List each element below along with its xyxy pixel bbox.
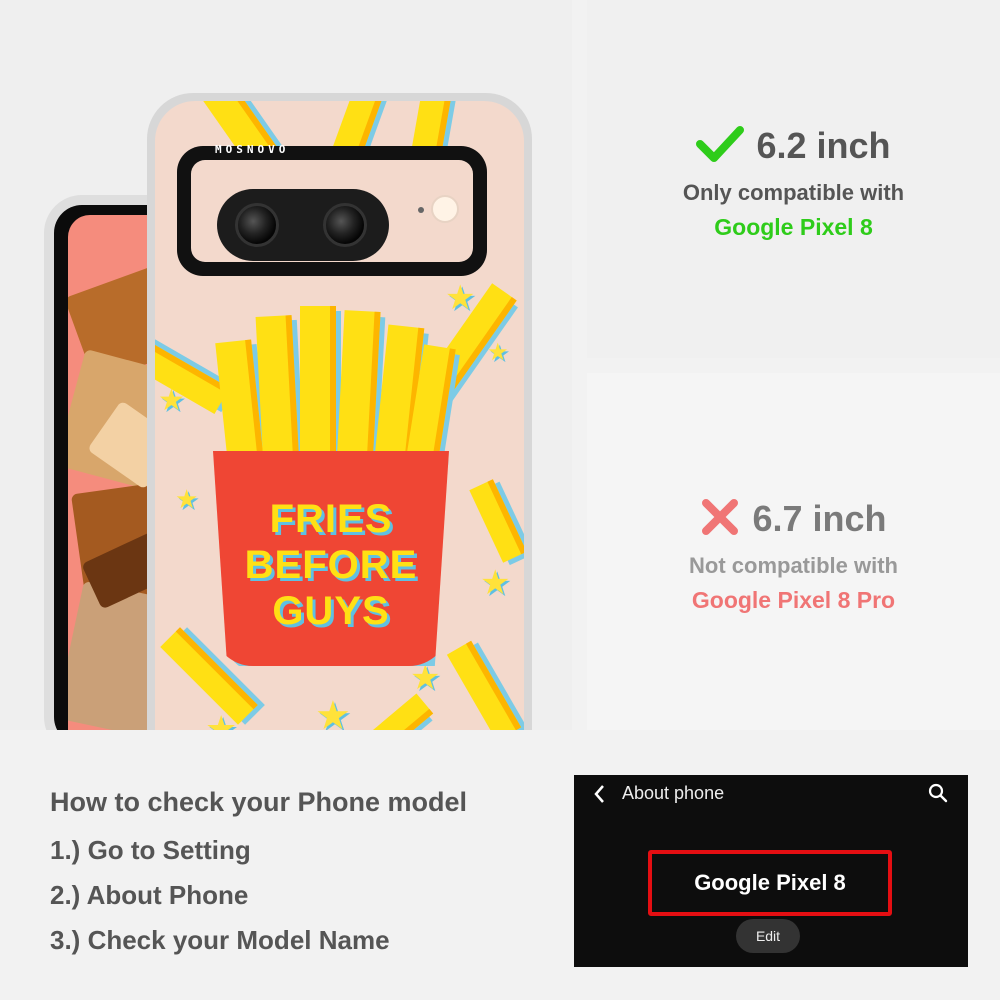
star-icon: ★ bbox=[315, 694, 351, 730]
incompatible-panel: 6.7 inch Not compatible with Google Pixe… bbox=[587, 373, 1000, 730]
compatible-panel: 6.2 inch Only compatible with Google Pix… bbox=[587, 0, 1000, 358]
check-icon bbox=[696, 124, 745, 173]
model-highlight-box: Google Pixel 8 bbox=[648, 850, 892, 916]
camera-flash bbox=[431, 195, 459, 223]
star-icon: ★ bbox=[487, 339, 509, 366]
star-icon: ★ bbox=[480, 564, 511, 602]
chevron-left-icon[interactable] bbox=[592, 783, 606, 811]
incompatible-model: Google Pixel 8 Pro bbox=[691, 587, 896, 613]
compatible-size: 6.2 inch bbox=[587, 124, 1000, 173]
fry-graphic bbox=[469, 479, 524, 563]
star-icon: ★ bbox=[175, 484, 199, 514]
product-image-panel: ★ ★ ★ ★ ★ ★ ★ ★ FRIES BEFORE GUYS MOSNOV… bbox=[0, 0, 572, 730]
incompatible-size: 6.7 inch bbox=[587, 497, 1000, 546]
brand-logo-text: MOSNOVO bbox=[215, 143, 290, 156]
star-icon: ★ bbox=[445, 279, 476, 317]
case-print-text: FRIES BEFORE GUYS bbox=[244, 497, 418, 633]
compatible-note: Only compatible with bbox=[682, 180, 905, 205]
screen-title: About phone bbox=[622, 783, 725, 803]
howto-step: 1.) Go to Setting bbox=[50, 835, 251, 865]
fry-graphic bbox=[362, 693, 434, 730]
edit-button[interactable]: Edit bbox=[736, 919, 800, 953]
incompatible-note: Not compatible with bbox=[689, 553, 898, 578]
compatible-model: Google Pixel 8 bbox=[714, 214, 873, 240]
sensor-dot bbox=[418, 207, 424, 213]
cross-icon bbox=[700, 497, 740, 546]
howto-title: How to check your Phone model bbox=[50, 787, 468, 817]
phone-case-back: ★ ★ ★ ★ ★ ★ ★ ★ FRIES BEFORE GUYS MOSNOV… bbox=[147, 93, 532, 730]
howto-step: 3.) Check your Model Name bbox=[50, 925, 390, 955]
howto-panel: How to check your Phone model 1.) Go to … bbox=[0, 745, 1000, 1000]
camera-lens bbox=[235, 203, 279, 247]
fry-graphic bbox=[446, 640, 522, 730]
howto-step: 2.) About Phone bbox=[50, 880, 249, 910]
camera-module bbox=[217, 189, 389, 261]
search-icon[interactable] bbox=[926, 781, 950, 805]
star-icon: ★ bbox=[410, 659, 441, 697]
about-phone-screenshot: About phone Google Pixel 8 Edit bbox=[574, 775, 968, 967]
star-icon: ★ bbox=[158, 384, 185, 417]
model-name: Google Pixel 8 bbox=[694, 870, 846, 895]
camera-lens bbox=[323, 203, 367, 247]
star-icon: ★ bbox=[205, 708, 238, 731]
